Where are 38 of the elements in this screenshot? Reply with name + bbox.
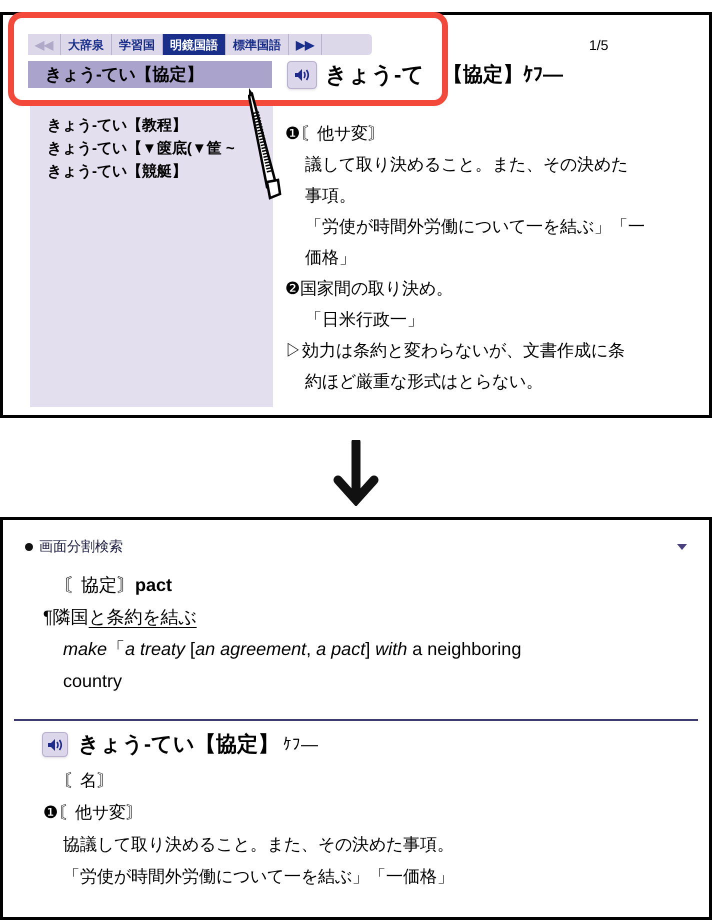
speaker-icon [294, 68, 310, 82]
dictionary-tab[interactable]: 標準国語 [226, 34, 289, 55]
headword-reading: ｹﾌ— [283, 734, 318, 756]
headword: きょう-て [325, 61, 424, 89]
translation-text: country [62, 670, 124, 693]
entry-text: 価格」 [304, 247, 357, 269]
speaker-button[interactable] [287, 60, 317, 88]
dropdown-icon[interactable] [677, 544, 687, 550]
bullet-icon [25, 542, 33, 550]
example-text: ¶隣国 と条約を結ぶ [43, 606, 198, 629]
entry-text: 〘名〙 [62, 770, 115, 792]
dictionary-tab[interactable]: 大辞泉 [61, 34, 112, 55]
dictionary-tab[interactable]: ▶▶ [289, 34, 322, 55]
entry-text: 事項。 [304, 185, 357, 207]
translation-text: make「a treaty [an agreement, a pact] with a neighboring [62, 638, 522, 661]
entry-text: 「労使が時間外労働について一を結ぶ」「一価格」 [62, 866, 455, 888]
result-item[interactable]: きょう-てい【▼篋底(▼筐 ~ [47, 138, 235, 160]
entry-text: 約ほど厳重な形式はとらない。 [304, 371, 544, 393]
entry-text: 〘協定〙pact [62, 574, 174, 597]
entry-text: 議して取り決めること。また、その決めた [304, 154, 629, 176]
dictionary-tab[interactable]: 明鏡国語 [163, 34, 226, 55]
headword-reading: 【協定】ｹﾌ— [443, 62, 563, 88]
result-item[interactable]: きょう-てい【協定】 [28, 61, 272, 88]
entry-text: ❶〘他サ変〙 [285, 123, 386, 145]
entry-text: 「労使が時間外労働について一を結ぶ」「一 [304, 216, 646, 238]
page-counter: 1/5 [589, 36, 608, 55]
entry-text: ▷効力は条約と変わらないが、文書作成に条 [285, 340, 626, 362]
speaker-icon [47, 738, 63, 752]
headword: きょう-てい【協定】 [78, 732, 279, 758]
entry-text: 「日米行政一」 [304, 309, 425, 331]
down-arrow-icon [332, 440, 380, 506]
speaker-button[interactable] [42, 732, 68, 758]
entry-text: ❶〘他サ変〙 [43, 802, 144, 824]
entry-text: 協議して取り決めること。また、その決めた事項。 [62, 834, 455, 856]
entry-text: ❷国家間の取り決め。 [285, 278, 454, 300]
result-item[interactable]: きょう-てい【教程】 [47, 115, 187, 137]
result-item[interactable]: きょう-てい【競艇】 [47, 161, 187, 183]
search-mode-title: 画面分割検索 [39, 537, 123, 556]
